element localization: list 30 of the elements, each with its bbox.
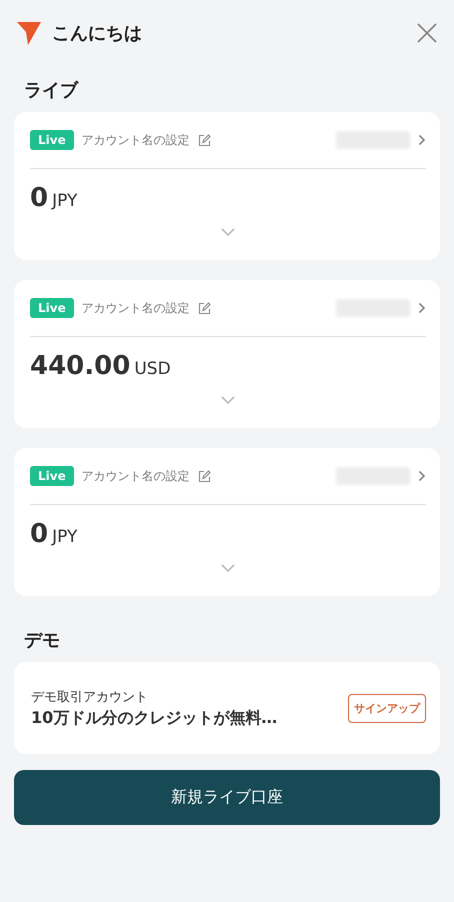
new-live-account-button[interactable]: 新規ライブ口座 [14,770,440,825]
sign-up-button[interactable]: サインアップ [348,694,426,722]
edit-icon[interactable] [198,134,211,146]
account-name-label: アカウント名の設定 [82,300,190,316]
demo-description: 10万ドル分のクレジットが無料… [31,708,278,728]
expand-chevron-button[interactable] [220,395,236,405]
chevron-right-icon[interactable] [418,302,426,314]
live-badge: Live [30,130,74,150]
section-title: デモ [23,629,61,653]
currency-code: USD [134,359,171,379]
expand-chevron-button[interactable] [220,563,236,573]
balance-amount: 0 [30,183,48,213]
currency-code: JPY [52,191,78,211]
account-name-label: アカウント名の設定 [82,468,190,484]
expand-chevron-button[interactable] [220,227,236,237]
currency-code: JPY [52,527,78,547]
close-button[interactable] [416,22,438,44]
live-badge: Live [30,466,74,486]
account-name-label: アカウント名の設定 [82,132,190,148]
greeting-title: こんにちは [52,22,143,45]
demo-title: デモ取引アカウント [31,688,149,706]
logo-icon [16,20,42,46]
section-title: ライブ [23,79,80,103]
chevron-right-icon[interactable] [418,470,426,482]
balance-amount: 440.00 [30,351,130,381]
live-badge: Live [30,298,74,318]
balance-amount: 0 [30,519,48,549]
edit-icon[interactable] [198,302,211,314]
chevron-right-icon[interactable] [418,134,426,146]
edit-icon[interactable] [198,470,211,482]
